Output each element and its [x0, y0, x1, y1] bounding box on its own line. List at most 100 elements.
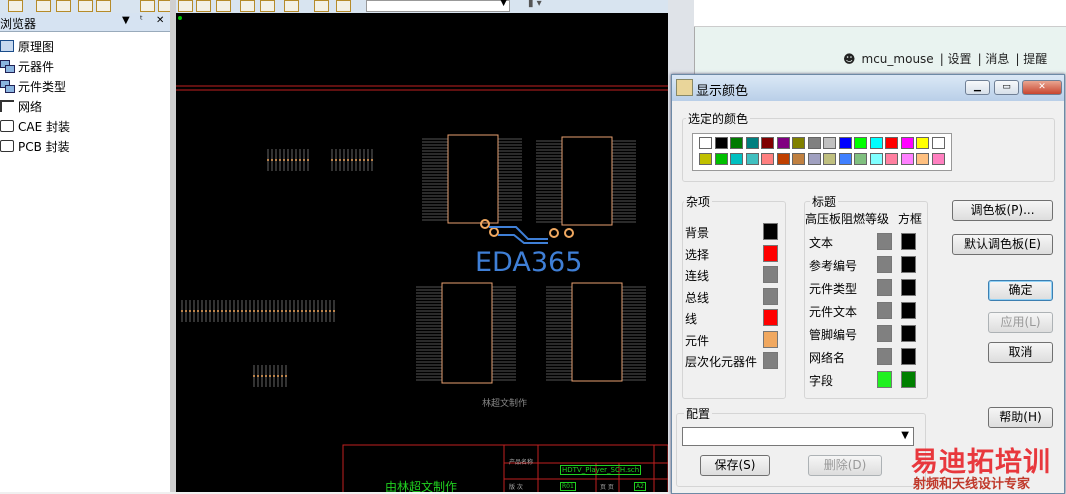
connect-icon[interactable]	[240, 0, 255, 12]
misc-color-box[interactable]	[763, 245, 778, 262]
palette-swatch[interactable]	[745, 153, 759, 165]
tree-item-parts[interactable]: 元器件	[0, 57, 54, 75]
default-palette-button[interactable]: 默认调色板(E)	[952, 234, 1053, 255]
delete-button[interactable]: 删除(D)	[808, 455, 882, 476]
username-link[interactable]: mcu_mouse	[862, 52, 934, 66]
palette-swatch[interactable]	[838, 153, 852, 165]
palette-swatch[interactable]	[807, 153, 821, 165]
cancel-button[interactable]: 取消	[988, 342, 1053, 363]
misc-color-box[interactable]	[763, 331, 778, 348]
palette-swatch[interactable]	[900, 153, 914, 165]
title-level-color-box[interactable]	[877, 325, 892, 342]
palette-button[interactable]: 调色板(P)...	[952, 200, 1053, 221]
palette-swatch[interactable]	[761, 137, 774, 149]
help-button[interactable]: 帮助(H)	[988, 407, 1053, 428]
title-level-color-box[interactable]	[877, 371, 892, 388]
palette-swatch[interactable]	[900, 137, 914, 149]
rotate-icon[interactable]	[178, 0, 193, 12]
title-frame-color-box[interactable]	[901, 302, 916, 319]
close-icon[interactable]: ✕	[1022, 80, 1062, 95]
palette-swatch[interactable]	[823, 153, 836, 165]
product-name-value: HDTV_Player_SCH.sch	[560, 465, 642, 475]
title-level-color-box[interactable]	[877, 279, 892, 296]
schematic-canvas[interactable]: 林超文制作 由林超文制作 产品名称 HDTV_Player_SCH.sch 版 …	[176, 13, 668, 492]
flip-icon[interactable]	[216, 0, 231, 12]
tree-item-schematic[interactable]: 原理图	[0, 37, 54, 55]
title-frame-color-box[interactable]	[901, 371, 916, 388]
palette-swatch[interactable]	[931, 153, 945, 165]
tree-item-nets[interactable]: 网络	[0, 97, 42, 115]
toolbar-more-icon[interactable]: ▮ ▾	[528, 0, 542, 9]
ok-button[interactable]: 确定	[988, 280, 1053, 301]
misc-color-box[interactable]	[763, 352, 778, 369]
misc-color-box[interactable]	[763, 288, 778, 305]
title-frame-color-box[interactable]	[901, 256, 916, 273]
title-frame-color-box[interactable]	[901, 348, 916, 365]
palette-swatch[interactable]	[776, 153, 790, 165]
minimize-icon[interactable]: ▁	[965, 80, 990, 95]
title-level-color-box[interactable]	[877, 302, 892, 319]
title-item-label: 元件文本	[809, 305, 858, 319]
palette-swatch[interactable]	[792, 153, 805, 165]
add-part-icon[interactable]	[140, 0, 155, 12]
misc-color-box[interactable]	[763, 309, 778, 326]
bus-tool-icon[interactable]	[78, 0, 93, 12]
palette-swatch[interactable]	[745, 137, 759, 149]
tree-item-cae[interactable]: CAE 封装	[0, 117, 70, 135]
title-frame-color-box[interactable]	[901, 325, 916, 342]
title-frame-color-box[interactable]	[901, 233, 916, 250]
palette-swatch[interactable]	[854, 137, 867, 149]
title-level-color-box[interactable]	[877, 256, 892, 273]
apply-button[interactable]: 应用(L)	[988, 312, 1053, 333]
select-tool-icon[interactable]	[8, 0, 23, 12]
dialog-titlebar[interactable]: 显示颜色 ▁ ▭ ✕	[672, 75, 1064, 101]
palette-swatch[interactable]	[730, 137, 743, 149]
palette-swatch[interactable]	[823, 137, 836, 149]
close-icon[interactable]: ✕	[156, 15, 164, 26]
split-icon[interactable]	[260, 0, 275, 12]
settings-link[interactable]: 设置	[948, 52, 972, 66]
ic-chip	[447, 134, 499, 224]
palette-swatch[interactable]	[916, 137, 929, 149]
pin-icon[interactable]: ᵗ	[140, 15, 143, 26]
title-level-color-box[interactable]	[877, 233, 892, 250]
title-level-color-box[interactable]	[877, 348, 892, 365]
misc-color-box[interactable]	[763, 223, 778, 240]
dropdown-icon[interactable]: ▼	[122, 15, 130, 26]
palette-swatch[interactable]	[916, 153, 929, 165]
palette-swatch[interactable]	[807, 137, 821, 149]
palette-swatch[interactable]	[931, 137, 945, 149]
palette-swatch[interactable]	[885, 137, 898, 149]
tree-item-pcb[interactable]: PCB 封装	[0, 137, 70, 155]
palette-swatch[interactable]	[869, 137, 883, 149]
save-button[interactable]: 保存(S)	[700, 455, 770, 476]
palette-swatch[interactable]	[699, 153, 712, 165]
messages-link[interactable]: 消息	[985, 52, 1009, 66]
palette-swatch[interactable]	[792, 137, 805, 149]
palette-swatch[interactable]	[699, 137, 712, 149]
text-icon[interactable]	[284, 0, 299, 12]
config-select[interactable]: ▼	[682, 427, 914, 446]
title-frame-color-box[interactable]	[901, 279, 916, 296]
palette-swatch[interactable]	[885, 153, 898, 165]
palette-swatch[interactable]	[714, 137, 728, 149]
component-tool-icon[interactable]	[36, 0, 51, 12]
net-tool-icon[interactable]	[96, 0, 111, 12]
palette-swatch[interactable]	[854, 153, 867, 165]
palette-swatch[interactable]	[776, 137, 790, 149]
maximize-icon[interactable]: ▭	[994, 80, 1019, 95]
palette-swatch[interactable]	[730, 153, 743, 165]
wire-tool-icon[interactable]	[56, 0, 71, 12]
mirror-icon[interactable]	[196, 0, 211, 12]
misc-color-box[interactable]	[763, 266, 778, 283]
toolbar-combo[interactable]: ▼	[366, 0, 510, 12]
palette-swatch[interactable]	[838, 137, 852, 149]
redo-icon[interactable]	[336, 0, 351, 12]
reminders-link[interactable]: 提醒	[1023, 52, 1047, 66]
title-item-label: 参考编号	[809, 259, 858, 273]
palette-swatch[interactable]	[714, 153, 728, 165]
undo-icon[interactable]	[314, 0, 329, 12]
tree-item-part-types[interactable]: 元件类型	[0, 77, 66, 95]
palette-swatch[interactable]	[761, 153, 774, 165]
palette-swatch[interactable]	[869, 153, 883, 165]
